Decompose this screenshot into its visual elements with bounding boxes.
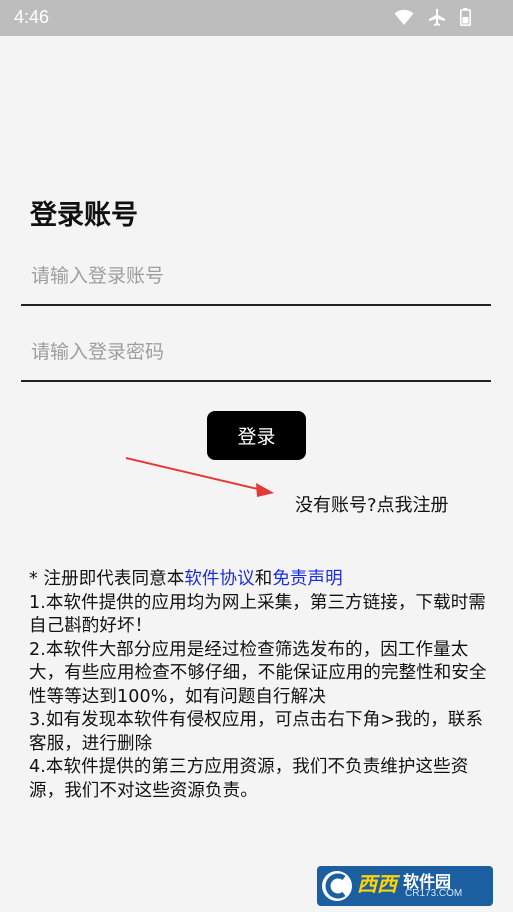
page-title: 登录账号 xyxy=(30,200,138,231)
watermark-brand: 西西 xyxy=(357,872,397,896)
password-field xyxy=(21,330,491,382)
account-input[interactable] xyxy=(31,258,481,294)
watermark-logo-icon xyxy=(317,866,357,906)
disclaimer-link[interactable]: 免责声明 xyxy=(272,569,342,589)
notice-prefix: * 注册即代表同意本 xyxy=(29,569,185,589)
status-bar: 4:46 xyxy=(0,0,513,36)
wifi-icon xyxy=(394,8,414,26)
notice-agreement-line: * 注册即代表同意本软件协议和免责声明 xyxy=(29,568,499,592)
notice-line: 3.如有发现本软件有侵权应用，可点击右下角>我的，联系客服，进行删除 xyxy=(29,710,484,754)
notice-block: * 注册即代表同意本软件协议和免责声明 1.本软件提供的应用均为网上采集，第三方… xyxy=(29,568,499,803)
status-icons xyxy=(394,8,471,26)
arrow-annotation xyxy=(125,457,274,497)
battery-icon xyxy=(460,8,471,26)
status-time: 4:46 xyxy=(14,7,50,27)
account-field xyxy=(21,254,491,306)
airplane-icon xyxy=(428,8,446,26)
notice-conjunction: 和 xyxy=(254,569,273,589)
notice-line: 2.本软件大部分应用是经过检查筛选发布的，因工作量太大，有些应用检查不够仔细，不… xyxy=(29,639,487,707)
watermark: 西西 软件园 CR173.COM xyxy=(317,866,493,906)
notice-line: 1.本软件提供的应用均为网上采集，第三方链接，下载时需自己斟酌好坏！ xyxy=(29,592,486,637)
notice-line: 4.本软件提供的第三方应用资源，我们不负责维护这些资源，我们不对这些资源负责。 xyxy=(29,757,469,801)
agreement-link[interactable]: 软件协议 xyxy=(184,569,254,589)
watermark-text: 西西 软件园 CR173.COM xyxy=(357,866,493,906)
password-input[interactable] xyxy=(31,334,481,370)
register-link[interactable]: 没有账号?点我注册 xyxy=(295,491,449,517)
watermark-url: CR173.COM xyxy=(405,888,463,899)
